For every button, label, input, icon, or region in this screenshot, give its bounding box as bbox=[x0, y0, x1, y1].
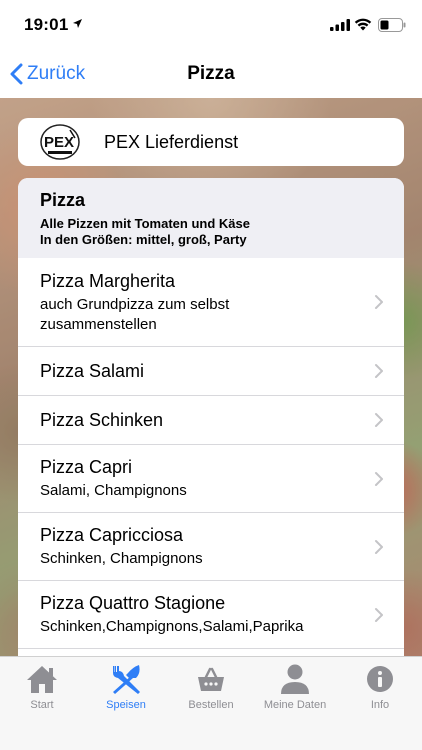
tab-label: Info bbox=[370, 699, 390, 711]
menu-item-pizza-capricciosa[interactable]: Pizza Capricciosa Schinken, Champignons bbox=[18, 513, 404, 581]
tab-label: Speisen bbox=[106, 699, 146, 711]
svg-text:PEX: PEX bbox=[44, 134, 74, 151]
tab-bar: Start Speisen Bestellen Meine Daten Info bbox=[0, 656, 422, 750]
item-description-line: zusammenstellen bbox=[40, 315, 157, 333]
category-description: Alle Pizzen mit Tomaten und Käse In den … bbox=[40, 216, 382, 248]
item-title: Pizza Quattro Stagione bbox=[40, 593, 226, 613]
brand-name: PEX Lieferdienst bbox=[104, 132, 239, 152]
tab-meine-daten[interactable]: Meine Daten bbox=[253, 657, 337, 717]
brand-card: PEX PEX Lieferdienst bbox=[18, 118, 404, 166]
pex-logo: PEX bbox=[40, 124, 80, 160]
tab-label: Start bbox=[30, 699, 54, 711]
item-description: Salami, Champignons bbox=[40, 482, 187, 499]
item-title: Pizza Salami bbox=[40, 361, 145, 381]
status-time: 19:01 bbox=[24, 15, 69, 34]
location-arrow-icon bbox=[73, 19, 82, 28]
category-description-line: Alle Pizzen mit Tomaten und Käse bbox=[40, 216, 250, 231]
status-bar: 19:01 bbox=[0, 0, 422, 50]
category-description-line: In den Größen: mittel, groß, Party bbox=[40, 232, 247, 247]
item-description: Schinken, Champignons bbox=[40, 550, 203, 567]
info-icon bbox=[367, 666, 393, 692]
item-title: Pizza Margherita bbox=[40, 270, 176, 291]
item-description: auch Grundpizza zum selbst zusammenstell… bbox=[40, 295, 382, 335]
chevron-right-icon bbox=[375, 413, 383, 427]
category-title: Pizza bbox=[40, 190, 86, 210]
item-title: Pizza Capricciosa bbox=[40, 525, 184, 545]
menu-list: Pizza Alle Pizzen mit Tomaten und Käse I… bbox=[18, 178, 404, 656]
tab-label: Bestellen bbox=[188, 699, 234, 711]
category-header: Pizza Alle Pizzen mit Tomaten und Käse I… bbox=[18, 178, 404, 258]
navigation-bar: Zurück Pizza bbox=[0, 50, 422, 98]
wifi-icon bbox=[354, 18, 372, 31]
fork-knife-icon bbox=[113, 665, 140, 694]
battery-icon bbox=[378, 18, 406, 32]
chevron-right-icon bbox=[375, 539, 383, 554]
tab-speisen[interactable]: Speisen bbox=[84, 657, 168, 717]
person-icon bbox=[281, 664, 309, 694]
chevron-right-icon bbox=[375, 295, 383, 309]
item-title: Pizza Capri bbox=[40, 457, 133, 477]
chevron-right-icon bbox=[375, 471, 383, 486]
item-description-line: auch Grundpizza zum selbst bbox=[40, 295, 230, 313]
menu-item-pizza-salami[interactable]: Pizza Salami bbox=[18, 347, 404, 396]
item-description: Schinken,Champignons,Salami,Paprika bbox=[40, 618, 304, 635]
tab-info[interactable]: Info bbox=[338, 657, 422, 717]
menu-item-pizza-capri[interactable]: Pizza Capri Salami, Champignons bbox=[18, 445, 404, 513]
menu-item-pizza-schinken[interactable]: Pizza Schinken bbox=[18, 396, 404, 445]
page-title: Pizza bbox=[187, 63, 235, 84]
home-icon bbox=[27, 666, 57, 693]
menu-item-pizza-quattro-stagione[interactable]: Pizza Quattro Stagione Schinken,Champign… bbox=[18, 581, 404, 649]
tab-bestellen[interactable]: Bestellen bbox=[169, 657, 253, 717]
chevron-right-icon bbox=[375, 607, 383, 622]
menu-item-pizza-margherita[interactable]: Pizza Margherita auch Grundpizza zum sel… bbox=[18, 258, 404, 347]
chevron-right-icon bbox=[375, 364, 383, 378]
tab-start[interactable]: Start bbox=[0, 657, 84, 717]
item-title: Pizza Schinken bbox=[40, 410, 164, 430]
tab-label: Meine Daten bbox=[263, 699, 327, 711]
cellular-signal-icon bbox=[330, 19, 350, 31]
basket-icon bbox=[198, 667, 224, 691]
